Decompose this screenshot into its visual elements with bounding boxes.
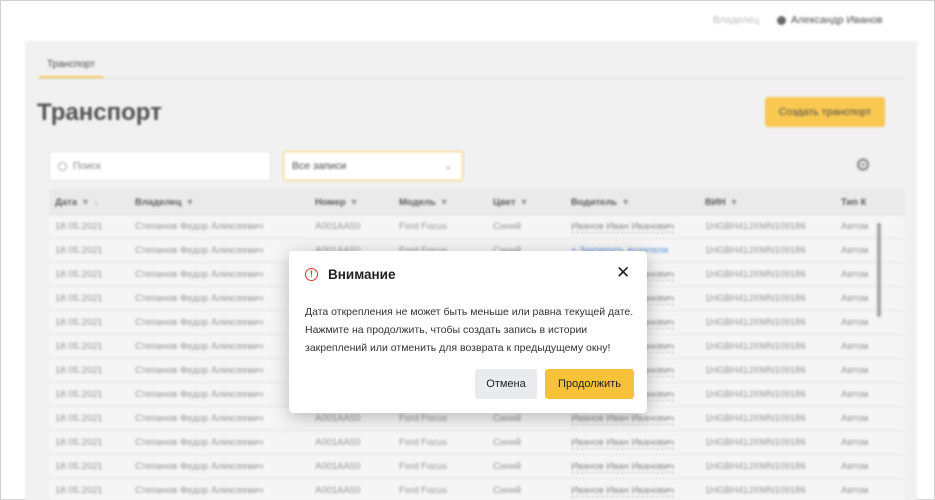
close-icon[interactable]: ✕ xyxy=(616,264,630,281)
dialog-message: Дата открепления не может быть меньше ил… xyxy=(305,306,634,354)
cancel-button[interactable]: Отмена xyxy=(475,369,537,399)
dialog-title: Внимание xyxy=(328,267,396,282)
warning-circle-icon: ! xyxy=(305,268,318,281)
dialog-header: ! Внимание xyxy=(305,267,395,282)
warning-dialog: ! Внимание ✕ Дата открепления не может б… xyxy=(289,251,647,413)
continue-button[interactable]: Продолжить xyxy=(545,369,634,399)
window-frame: Владелец Александр Иванов Транспорт Тран… xyxy=(0,0,935,500)
